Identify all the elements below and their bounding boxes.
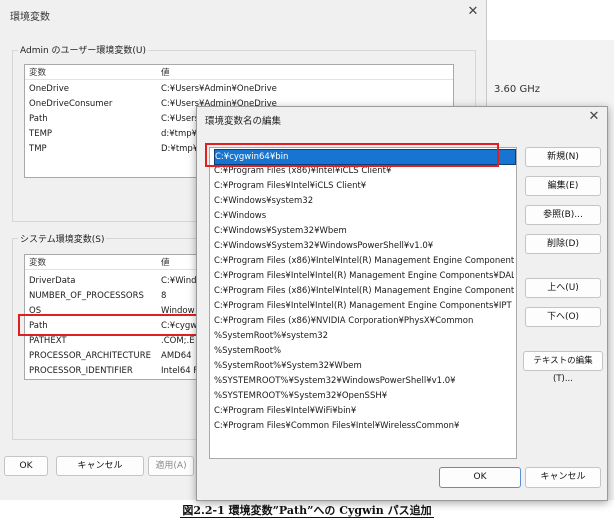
new-button[interactable]: 新規(N) bbox=[525, 147, 601, 167]
list-item[interactable]: C:¥Program Files¥Intel¥Intel(R) Manageme… bbox=[214, 269, 514, 283]
system-vars-group-label: システム環境変数(S) bbox=[18, 232, 107, 245]
var-name: PROCESSOR_IDENTIFIER bbox=[29, 366, 133, 376]
list-item[interactable]: C:¥Program Files (x86)¥NVIDIA Corporatio… bbox=[214, 314, 514, 328]
edit-dialog-title: 環境変数名の編集 bbox=[205, 116, 282, 127]
env-ok-button[interactable]: OK bbox=[4, 456, 48, 476]
list-item[interactable]: C:¥Program Files¥Intel¥iCLS Client¥ bbox=[214, 179, 514, 193]
browse-button[interactable]: 参照(B)... bbox=[525, 205, 601, 225]
close-icon[interactable]: ✕ bbox=[465, 4, 481, 20]
env-apply-button[interactable]: 適用(A) bbox=[148, 456, 194, 476]
var-value: Intel64 F bbox=[161, 366, 199, 376]
list-item[interactable]: C:¥Windows¥System32¥Wbem bbox=[214, 224, 514, 238]
header-value: 値 bbox=[161, 68, 170, 78]
list-item[interactable]: C:¥Windows bbox=[214, 209, 514, 223]
var-value: D:¥tmp¥ bbox=[161, 144, 199, 154]
var-name: DriverData bbox=[29, 276, 76, 286]
list-item[interactable]: %SystemRoot%¥System32¥Wbem bbox=[214, 359, 514, 373]
figure-caption: 図2.2-1 環境変数”Path”への Cygwin パス追加 bbox=[0, 502, 614, 518]
list-item[interactable]: C:¥Windows¥System32¥WindowsPowerShell¥v1… bbox=[214, 239, 514, 253]
cpu-speed-text: 3.60 GHz bbox=[494, 84, 540, 95]
var-name: OneDrive bbox=[29, 84, 69, 94]
var-name: OneDriveConsumer bbox=[29, 99, 113, 109]
list-item[interactable]: %SYSTEMROOT%¥System32¥OpenSSH¥ bbox=[214, 389, 514, 403]
edit-ok-button[interactable]: OK bbox=[439, 467, 521, 488]
list-item[interactable]: %SYSTEMROOT%¥System32¥WindowsPowerShell¥… bbox=[214, 374, 514, 388]
move-up-button[interactable]: 上へ(U) bbox=[525, 278, 601, 298]
list-item[interactable]: OneDrive C:¥Users¥Admin¥OneDrive bbox=[25, 83, 453, 95]
delete-button[interactable]: 削除(D) bbox=[525, 234, 601, 254]
header-variable: 変数 bbox=[29, 68, 47, 78]
list-item[interactable]: C:¥Program Files¥Common Files¥Intel¥Wire… bbox=[214, 419, 514, 433]
var-name: TMP bbox=[29, 144, 47, 154]
list-item[interactable]: C:¥Program Files¥Intel¥Intel(R) Manageme… bbox=[214, 299, 514, 313]
edit-button[interactable]: 編集(E) bbox=[525, 176, 601, 196]
cygwin-path-highlight bbox=[205, 143, 499, 167]
list-item[interactable]: %SystemRoot%¥system32 bbox=[214, 329, 514, 343]
close-icon[interactable]: ✕ bbox=[586, 109, 602, 125]
path-row-highlight bbox=[18, 314, 200, 336]
var-name: TEMP bbox=[29, 129, 53, 139]
var-value: AMD64 bbox=[161, 351, 192, 361]
list-item[interactable]: C:¥Program Files (x86)¥Intel¥Intel(R) Ma… bbox=[214, 284, 514, 298]
edit-text-button[interactable]: テキストの編集(T)... bbox=[523, 351, 603, 384]
var-name: NUMBER_OF_PROCESSORS bbox=[29, 291, 144, 301]
var-value: C:¥Users¥Admin¥OneDrive bbox=[161, 84, 277, 94]
list-item[interactable]: C:¥Program Files (x86)¥Intel¥Intel(R) Ma… bbox=[214, 254, 514, 268]
list-header: 変数 値 bbox=[25, 67, 453, 80]
env-dialog-title: 環境変数 bbox=[10, 12, 50, 23]
list-item[interactable]: C:¥Windows¥system32 bbox=[214, 194, 514, 208]
edit-env-var-dialog: 環境変数名の編集 ✕ C:¥cygwin64¥bin C:¥Program Fi… bbox=[196, 106, 608, 501]
caption-text: 図2.2-1 環境変数”Path”への Cygwin パス追加 bbox=[180, 504, 434, 518]
var-value: .COM;.E bbox=[161, 336, 195, 346]
path-list[interactable]: C:¥cygwin64¥bin C:¥Program Files (x86)¥I… bbox=[209, 147, 517, 459]
var-value: 8 bbox=[161, 291, 167, 301]
edit-cancel-button[interactable]: キャンセル bbox=[525, 467, 601, 488]
env-cancel-button[interactable]: キャンセル bbox=[56, 456, 144, 476]
list-item[interactable]: %SystemRoot% bbox=[214, 344, 514, 358]
list-item[interactable]: C:¥Program Files¥Intel¥WiFi¥bin¥ bbox=[214, 404, 514, 418]
header-value: 値 bbox=[161, 258, 170, 268]
var-name: PROCESSOR_ARCHITECTURE bbox=[29, 351, 151, 361]
header-variable: 変数 bbox=[29, 258, 47, 268]
move-down-button[interactable]: 下へ(O) bbox=[525, 307, 601, 327]
user-vars-group-label: Admin のユーザー環境変数(U) bbox=[18, 43, 148, 56]
var-name: Path bbox=[29, 114, 48, 124]
var-name: PATHEXT bbox=[29, 336, 67, 346]
var-value: d:¥tmp¥ bbox=[161, 129, 198, 139]
